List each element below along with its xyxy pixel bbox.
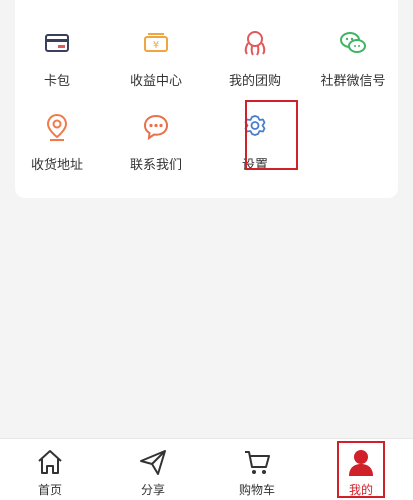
wechat-icon: [340, 32, 366, 53]
cart-icon: [245, 451, 270, 474]
tab-mine[interactable]: 我的: [331, 439, 391, 500]
menu-item-settings[interactable]: 设置: [207, 112, 303, 184]
tab-label: 我的: [348, 483, 373, 497]
gear-icon: [244, 115, 266, 136]
yuan-earnings-icon: ¥: [144, 33, 168, 52]
chat-bubble-icon: [143, 114, 169, 141]
menu-item-label: 收货地址: [30, 158, 83, 173]
tab-label: 购物车: [238, 483, 275, 497]
menu-item-earnings-center[interactable]: ¥ 收益中心: [108, 28, 204, 100]
menu-item-contact-us[interactable]: 联系我们: [108, 112, 204, 184]
menu-item-label: 联系我们: [129, 158, 182, 173]
location-pin-icon: [46, 113, 68, 141]
tab-cart[interactable]: 购物车: [227, 439, 287, 500]
menu-item-wechat[interactable]: 社群微信号: [305, 28, 401, 100]
menu-item-label: 社群微信号: [320, 74, 386, 89]
svg-text:¥: ¥: [153, 40, 159, 51]
user-icon: [349, 450, 373, 476]
menu-item-card-wallet[interactable]: 卡包: [9, 28, 105, 100]
tab-home[interactable]: 首页: [20, 439, 80, 500]
group-buy-icon: [244, 31, 266, 56]
card-wallet-icon: [45, 34, 69, 52]
menu-item-label: 我的团购: [228, 74, 281, 89]
menu-item-shipping-address[interactable]: 收货地址: [9, 112, 105, 184]
menu-item-label: 收益中心: [129, 74, 182, 89]
menu-item-group-buy[interactable]: 我的团购: [207, 28, 303, 100]
menu-item-label: 设置: [241, 158, 268, 173]
menu-card: 卡包 ¥ 收益中心 我的团购 社群微信号 收货地址 联系我们 设置: [15, 0, 398, 198]
bottom-tab-bar: 首页 分享 购物车 我的: [0, 438, 413, 500]
paper-plane-icon: [140, 450, 166, 475]
menu-item-label: 卡包: [43, 74, 70, 89]
home-icon: [38, 450, 62, 474]
tab-label: 分享: [140, 483, 165, 497]
tab-share[interactable]: 分享: [123, 439, 183, 500]
tab-label: 首页: [37, 483, 62, 497]
